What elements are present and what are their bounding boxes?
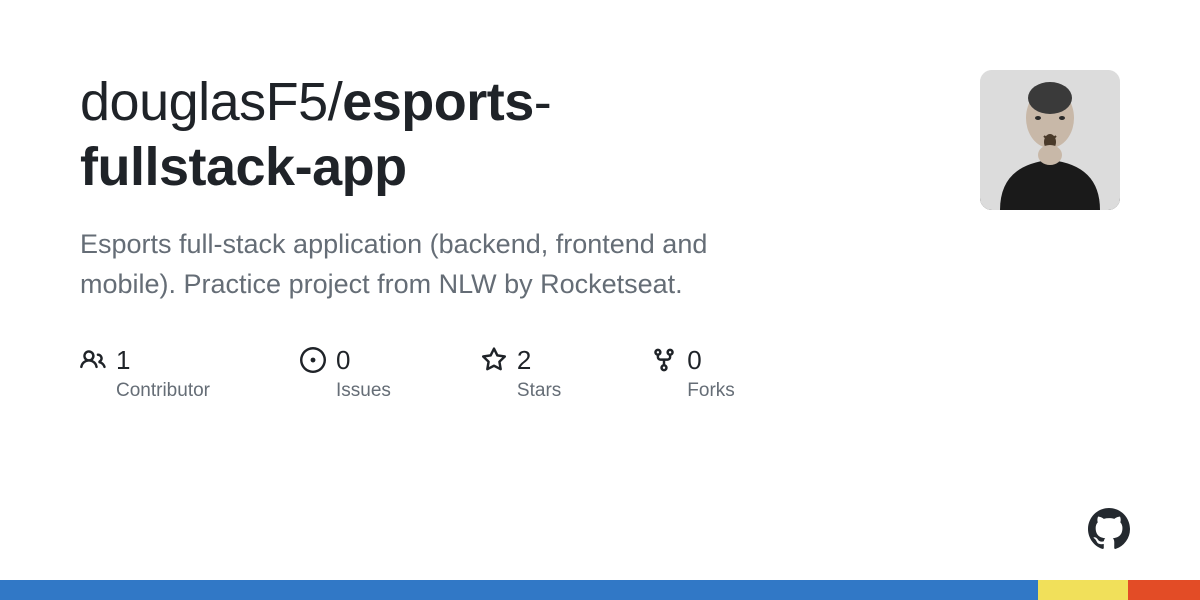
- stat-stars[interactable]: 2 Stars: [481, 345, 561, 402]
- language-segment: [1128, 580, 1200, 600]
- repo-name-part2: fullstack-app: [80, 137, 407, 197]
- language-segment: [0, 580, 1038, 600]
- forks-count: 0: [687, 345, 701, 376]
- repo-owner[interactable]: douglasF5: [80, 72, 328, 132]
- stat-forks[interactable]: 0 Forks: [651, 345, 735, 402]
- avatar[interactable]: [980, 70, 1120, 210]
- star-icon: [481, 347, 507, 373]
- issues-label: Issues: [336, 380, 391, 402]
- language-bar: [0, 580, 1200, 600]
- forks-label: Forks: [687, 380, 735, 402]
- repo-title: douglasF5/esports-fullstack-app: [80, 70, 860, 200]
- github-logo-icon[interactable]: [1088, 508, 1130, 550]
- stat-contributors[interactable]: 1 Contributor: [80, 345, 210, 402]
- stars-count: 2: [517, 345, 531, 376]
- people-icon: [80, 347, 106, 373]
- stars-label: Stars: [517, 380, 561, 402]
- contributors-label: Contributor: [116, 380, 210, 402]
- language-segment: [1038, 580, 1128, 600]
- issues-count: 0: [336, 345, 350, 376]
- fork-icon: [651, 347, 677, 373]
- stats-row: 1 Contributor 0 Issues 2 Stars: [80, 345, 860, 402]
- repo-description: Esports full-stack application (backend,…: [80, 224, 780, 305]
- stat-issues[interactable]: 0 Issues: [300, 345, 391, 402]
- contributors-count: 1: [116, 345, 130, 376]
- repo-name-part1: esports: [342, 72, 534, 132]
- issue-icon: [300, 347, 326, 373]
